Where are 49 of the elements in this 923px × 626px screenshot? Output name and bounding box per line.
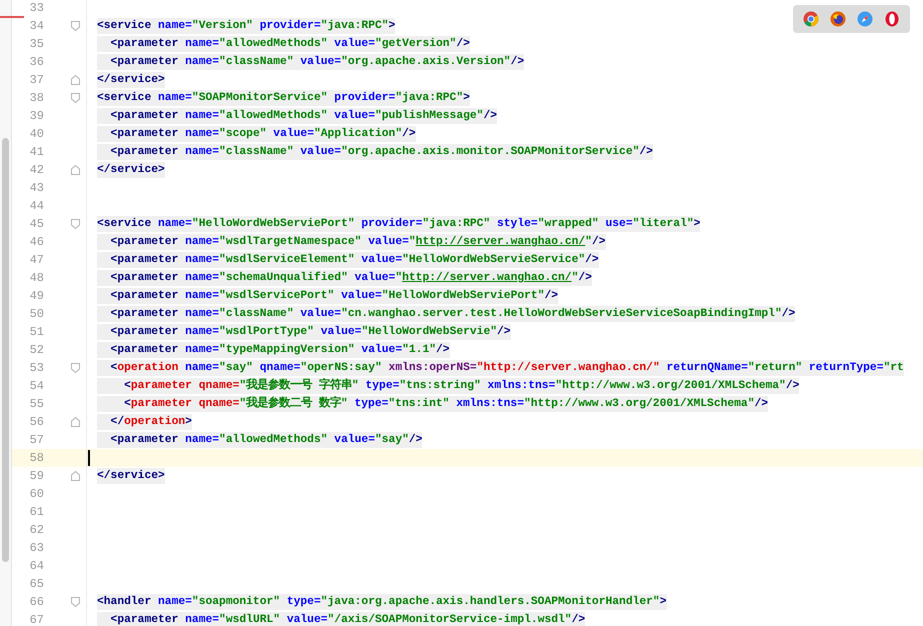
line-number: 33 <box>28 0 45 17</box>
compass-browser-icon[interactable] <box>857 11 873 27</box>
line-number: 41 <box>28 144 45 161</box>
line-number: 37 <box>28 72 45 89</box>
line-number: 46 <box>28 234 45 251</box>
line-number: 36 <box>28 54 45 71</box>
line-number: 47 <box>28 252 45 269</box>
line-number: 59 <box>28 468 45 485</box>
line-number: 60 <box>28 486 45 503</box>
line-number: 65 <box>28 576 45 593</box>
line-number: 49 <box>28 288 45 305</box>
fold-icon[interactable] <box>71 471 80 481</box>
fold-icon[interactable] <box>71 165 80 175</box>
line-number: 48 <box>28 270 45 287</box>
line-number: 44 <box>28 198 45 215</box>
change-marker <box>0 16 24 18</box>
line-number: 67 <box>28 612 45 626</box>
line-number: 58 <box>28 450 45 467</box>
opera-browser-icon[interactable] <box>884 11 900 27</box>
scrollbar-thumb[interactable] <box>2 138 9 562</box>
line-number: 56 <box>28 414 45 431</box>
line-number: 55 <box>28 396 45 413</box>
line-number: 43 <box>28 180 45 197</box>
line-number: 40 <box>28 126 45 143</box>
fold-icon[interactable] <box>71 597 80 607</box>
line-number: 51 <box>28 324 45 341</box>
firefox-browser-icon[interactable] <box>830 11 846 27</box>
line-number: 53 <box>28 360 45 377</box>
fold-icon[interactable] <box>71 21 80 31</box>
fold-icon[interactable] <box>71 219 80 229</box>
fold-icon[interactable] <box>71 363 80 373</box>
line-number: 66 <box>28 594 45 611</box>
line-number: 57 <box>28 432 45 449</box>
line-number: 34 <box>28 18 45 35</box>
line-number: 54 <box>28 378 45 395</box>
line-number: 38 <box>28 90 45 107</box>
line-number: 39 <box>28 108 45 125</box>
fold-icon[interactable] <box>71 417 80 427</box>
line-number: 42 <box>28 162 45 179</box>
line-number: 61 <box>28 504 45 521</box>
line-number: 52 <box>28 342 45 359</box>
text-cursor <box>88 450 90 466</box>
line-number: 45 <box>28 216 45 233</box>
line-number: 62 <box>28 522 45 539</box>
line-number: 50 <box>28 306 45 323</box>
chrome-browser-icon[interactable] <box>803 11 819 27</box>
line-number: 35 <box>28 36 45 53</box>
line-number: 63 <box>28 540 45 557</box>
line-number: 64 <box>28 558 45 575</box>
